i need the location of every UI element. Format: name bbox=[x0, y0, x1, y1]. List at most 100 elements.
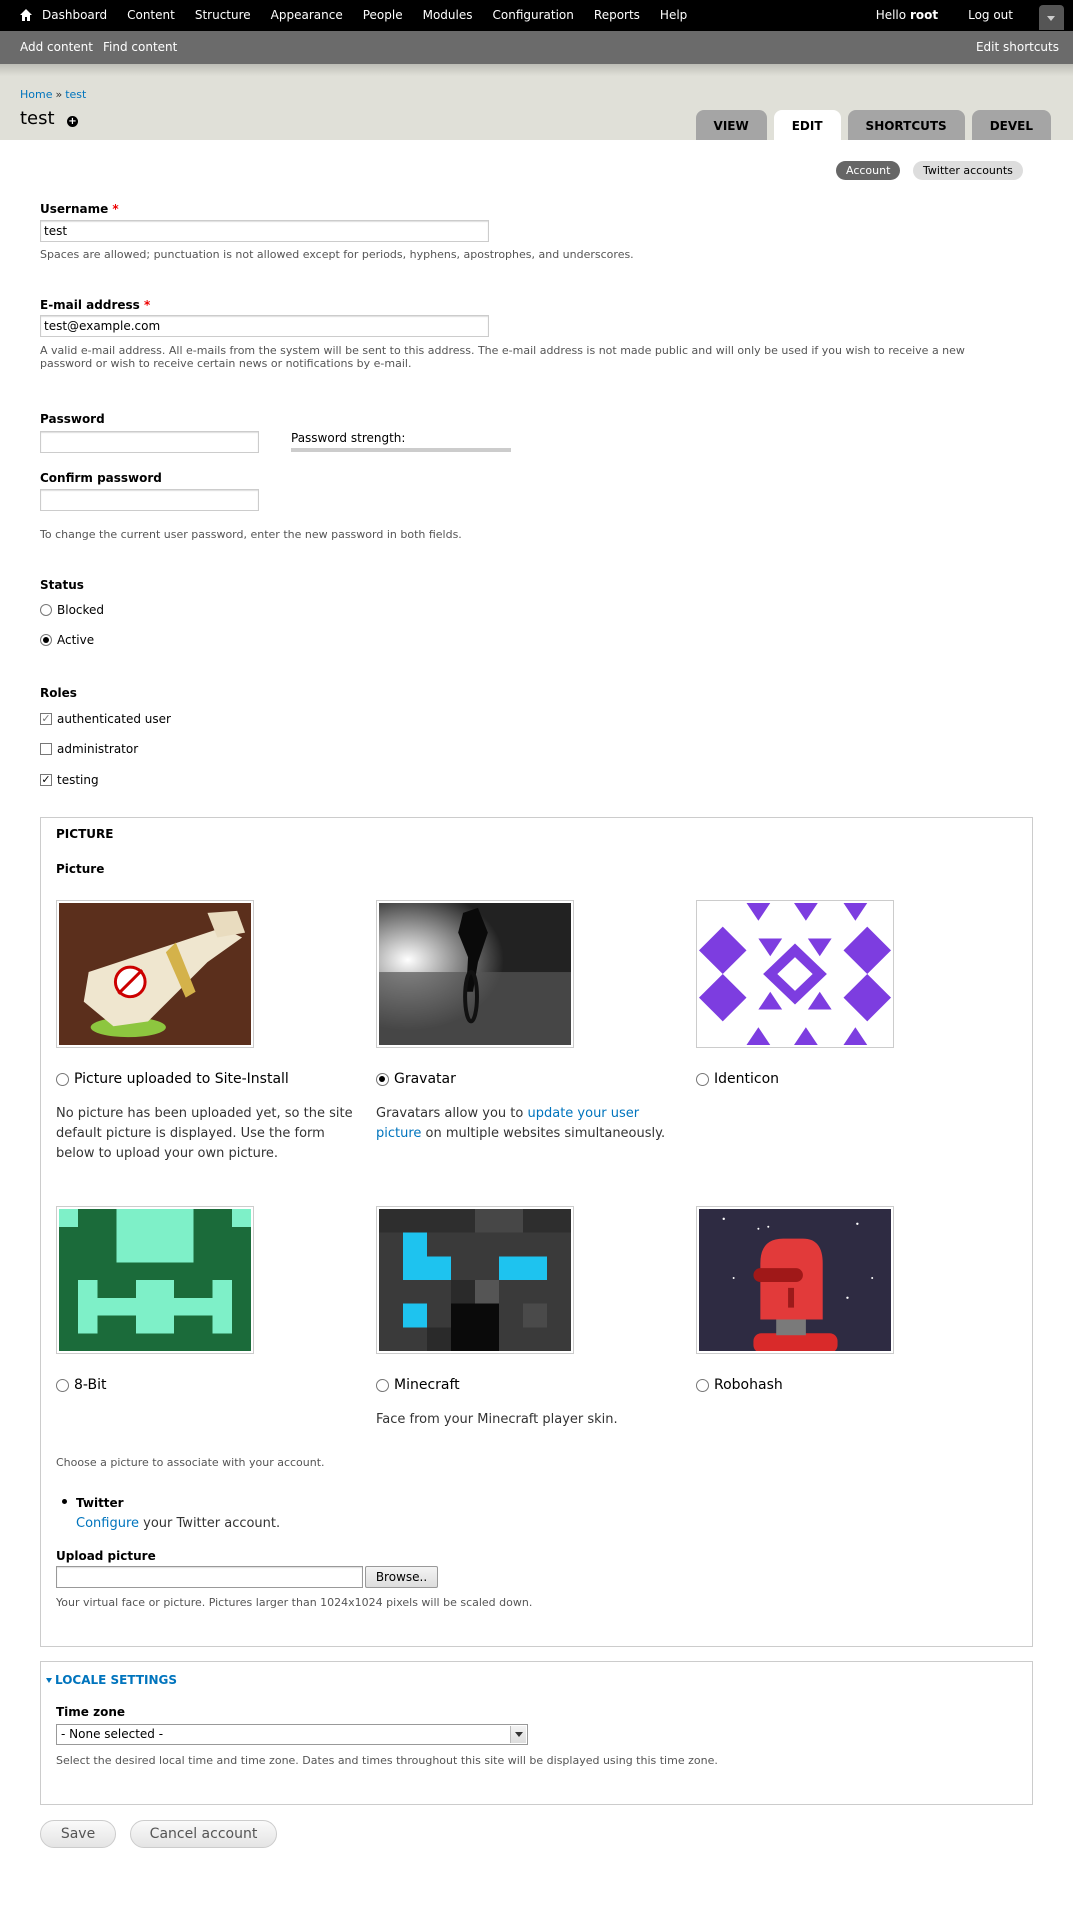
robohash-picture-art bbox=[699, 1209, 891, 1351]
shortcuts-toggle-icon[interactable] bbox=[1039, 5, 1064, 30]
user-name[interactable]: root bbox=[910, 8, 938, 22]
shortcut-add-content[interactable]: Add content bbox=[20, 31, 93, 64]
status-active-option[interactable]: Active bbox=[40, 633, 94, 647]
gravatar-picture-art bbox=[379, 903, 571, 1045]
add-shortcut-icon[interactable]: + bbox=[67, 116, 78, 127]
role-administrator-label: administrator bbox=[57, 742, 139, 756]
save-button[interactable]: Save bbox=[40, 1820, 116, 1848]
timezone-label: Time zone bbox=[56, 1705, 126, 1719]
uploaded-picture-art bbox=[59, 903, 251, 1045]
browse-button[interactable]: Browse.. bbox=[365, 1566, 438, 1588]
8bit-picture-art bbox=[59, 1209, 251, 1351]
picture-option-gravatar[interactable]: Gravatar bbox=[376, 1071, 456, 1087]
breadcrumb-home[interactable]: Home bbox=[20, 88, 52, 101]
role-authenticated-user: ✓ authenticated user bbox=[40, 712, 171, 726]
timezone-description: Select the desired local time and time z… bbox=[56, 1754, 718, 1767]
status-blocked-label: Blocked bbox=[57, 603, 105, 617]
breadcrumb: Home» test bbox=[20, 88, 86, 101]
gravatar-description: Gravatars allow you to update your user … bbox=[376, 1104, 676, 1144]
twitter-configure-link[interactable]: Configure bbox=[76, 1516, 139, 1531]
radio-picture-gravatar[interactable] bbox=[376, 1072, 389, 1086]
menu-content[interactable]: Content bbox=[127, 0, 175, 31]
home-icon[interactable] bbox=[19, 8, 33, 22]
picture-8bit-image[interactable] bbox=[56, 1206, 254, 1354]
username-field[interactable]: test bbox=[40, 220, 489, 242]
picture-option-identicon[interactable]: Identicon bbox=[696, 1071, 779, 1087]
identicon-picture-art bbox=[699, 903, 891, 1045]
menu-configuration[interactable]: Configuration bbox=[493, 0, 574, 31]
password-strength-label: Password strength: bbox=[291, 431, 406, 445]
tab-shortcuts[interactable]: SHORTCUTS bbox=[847, 110, 965, 140]
role-testing[interactable]: ✓ testing bbox=[40, 773, 99, 787]
shortcuts-bar: Add content Find content Edit shortcuts bbox=[0, 31, 1073, 64]
checkbox-authenticated-user: ✓ bbox=[40, 712, 52, 725]
menu-structure[interactable]: Structure bbox=[195, 0, 251, 31]
menu-reports[interactable]: Reports bbox=[594, 0, 640, 31]
breadcrumb-current[interactable]: test bbox=[65, 88, 86, 101]
shortcut-find-content[interactable]: Find content bbox=[103, 31, 177, 64]
admin-toolbar: Dashboard Content Structure Appearance P… bbox=[0, 0, 1073, 31]
role-administrator[interactable]: administrator bbox=[40, 742, 138, 756]
radio-picture-minecraft[interactable] bbox=[376, 1378, 389, 1392]
radio-blocked[interactable] bbox=[40, 604, 52, 616]
checkbox-administrator[interactable] bbox=[40, 743, 52, 755]
status-active-label: Active bbox=[57, 633, 95, 647]
twitter-configure-line: Configure your Twitter account. bbox=[76, 1516, 280, 1531]
password-field[interactable] bbox=[40, 431, 259, 453]
cancel-account-button[interactable]: Cancel account bbox=[130, 1820, 277, 1848]
picture-gravatar-image[interactable] bbox=[376, 900, 574, 1048]
picture-uploaded-image[interactable] bbox=[56, 900, 254, 1048]
logout-link[interactable]: Log out bbox=[968, 0, 1013, 31]
primary-tabs: VIEW EDIT SHORTCUTS DEVEL bbox=[689, 110, 1051, 140]
locale-legend[interactable]: LOCALE SETTINGS bbox=[46, 1673, 177, 1687]
chevron-down-icon bbox=[510, 1726, 526, 1743]
tab-edit[interactable]: EDIT bbox=[773, 110, 841, 140]
secondary-tab-account[interactable]: Account bbox=[836, 161, 901, 180]
confirm-password-field[interactable] bbox=[40, 489, 259, 511]
minecraft-description: Face from your Minecraft player skin. bbox=[376, 1412, 618, 1427]
tab-devel[interactable]: DEVEL bbox=[971, 110, 1051, 140]
menu-people[interactable]: People bbox=[363, 0, 403, 31]
checkbox-testing[interactable]: ✓ bbox=[40, 774, 52, 786]
picture-robohash-image[interactable] bbox=[696, 1206, 894, 1354]
picture-option-uploaded[interactable]: Picture uploaded to Site-Install bbox=[56, 1071, 289, 1087]
locale-settings-link[interactable]: LOCALE SETTINGS bbox=[55, 1673, 177, 1687]
timezone-select-value: - None selected - bbox=[61, 1727, 164, 1741]
radio-picture-8bit[interactable] bbox=[56, 1378, 69, 1392]
email-field[interactable]: test@example.com bbox=[40, 315, 489, 337]
uploaded-desc-line: default picture is displayed. Use the fo… bbox=[56, 1126, 325, 1141]
required-marker: * bbox=[144, 298, 151, 312]
menu-appearance[interactable]: Appearance bbox=[271, 0, 343, 31]
picture-option-8bit[interactable]: 8-Bit bbox=[56, 1377, 106, 1393]
role-testing-label: testing bbox=[57, 773, 99, 787]
picture-legend: PICTURE bbox=[56, 827, 114, 841]
update-picture-link-cont[interactable]: picture bbox=[376, 1126, 421, 1141]
menu-dashboard[interactable]: Dashboard bbox=[42, 0, 107, 31]
radio-picture-identicon[interactable] bbox=[696, 1072, 709, 1086]
picture-option-robohash[interactable]: Robohash bbox=[696, 1377, 783, 1393]
radio-picture-robohash[interactable] bbox=[696, 1378, 709, 1392]
picture-option-minecraft[interactable]: Minecraft bbox=[376, 1377, 460, 1393]
status-label: Status bbox=[40, 578, 84, 592]
breadcrumb-separator: » bbox=[55, 88, 63, 101]
roles-label: Roles bbox=[40, 686, 77, 700]
uploaded-picture-description: No picture has been uploaded yet, so the… bbox=[56, 1104, 356, 1164]
timezone-select[interactable]: - None selected - bbox=[56, 1724, 528, 1745]
picture-option-8bit-label: 8-Bit bbox=[74, 1377, 107, 1393]
picture-identicon-image[interactable] bbox=[696, 900, 894, 1048]
radio-picture-uploaded[interactable] bbox=[56, 1072, 69, 1086]
status-blocked-option[interactable]: Blocked bbox=[40, 603, 104, 617]
menu-modules[interactable]: Modules bbox=[423, 0, 473, 31]
picture-minecraft-image[interactable] bbox=[376, 1206, 574, 1354]
edit-shortcuts-link[interactable]: Edit shortcuts bbox=[976, 31, 1059, 64]
upload-picture-file-field[interactable] bbox=[56, 1566, 363, 1588]
secondary-tab-twitter-accounts[interactable]: Twitter accounts bbox=[913, 161, 1023, 180]
picture-option-robohash-label: Robohash bbox=[714, 1377, 783, 1393]
menu-help[interactable]: Help bbox=[660, 0, 687, 31]
uploaded-desc-line: below to upload your own picture. bbox=[56, 1146, 279, 1161]
update-picture-link[interactable]: update your user bbox=[527, 1106, 639, 1121]
hello-user: Hello root bbox=[876, 0, 938, 31]
radio-active[interactable] bbox=[40, 634, 52, 646]
username-label-text: Username bbox=[40, 202, 109, 216]
tab-view[interactable]: VIEW bbox=[695, 110, 767, 140]
